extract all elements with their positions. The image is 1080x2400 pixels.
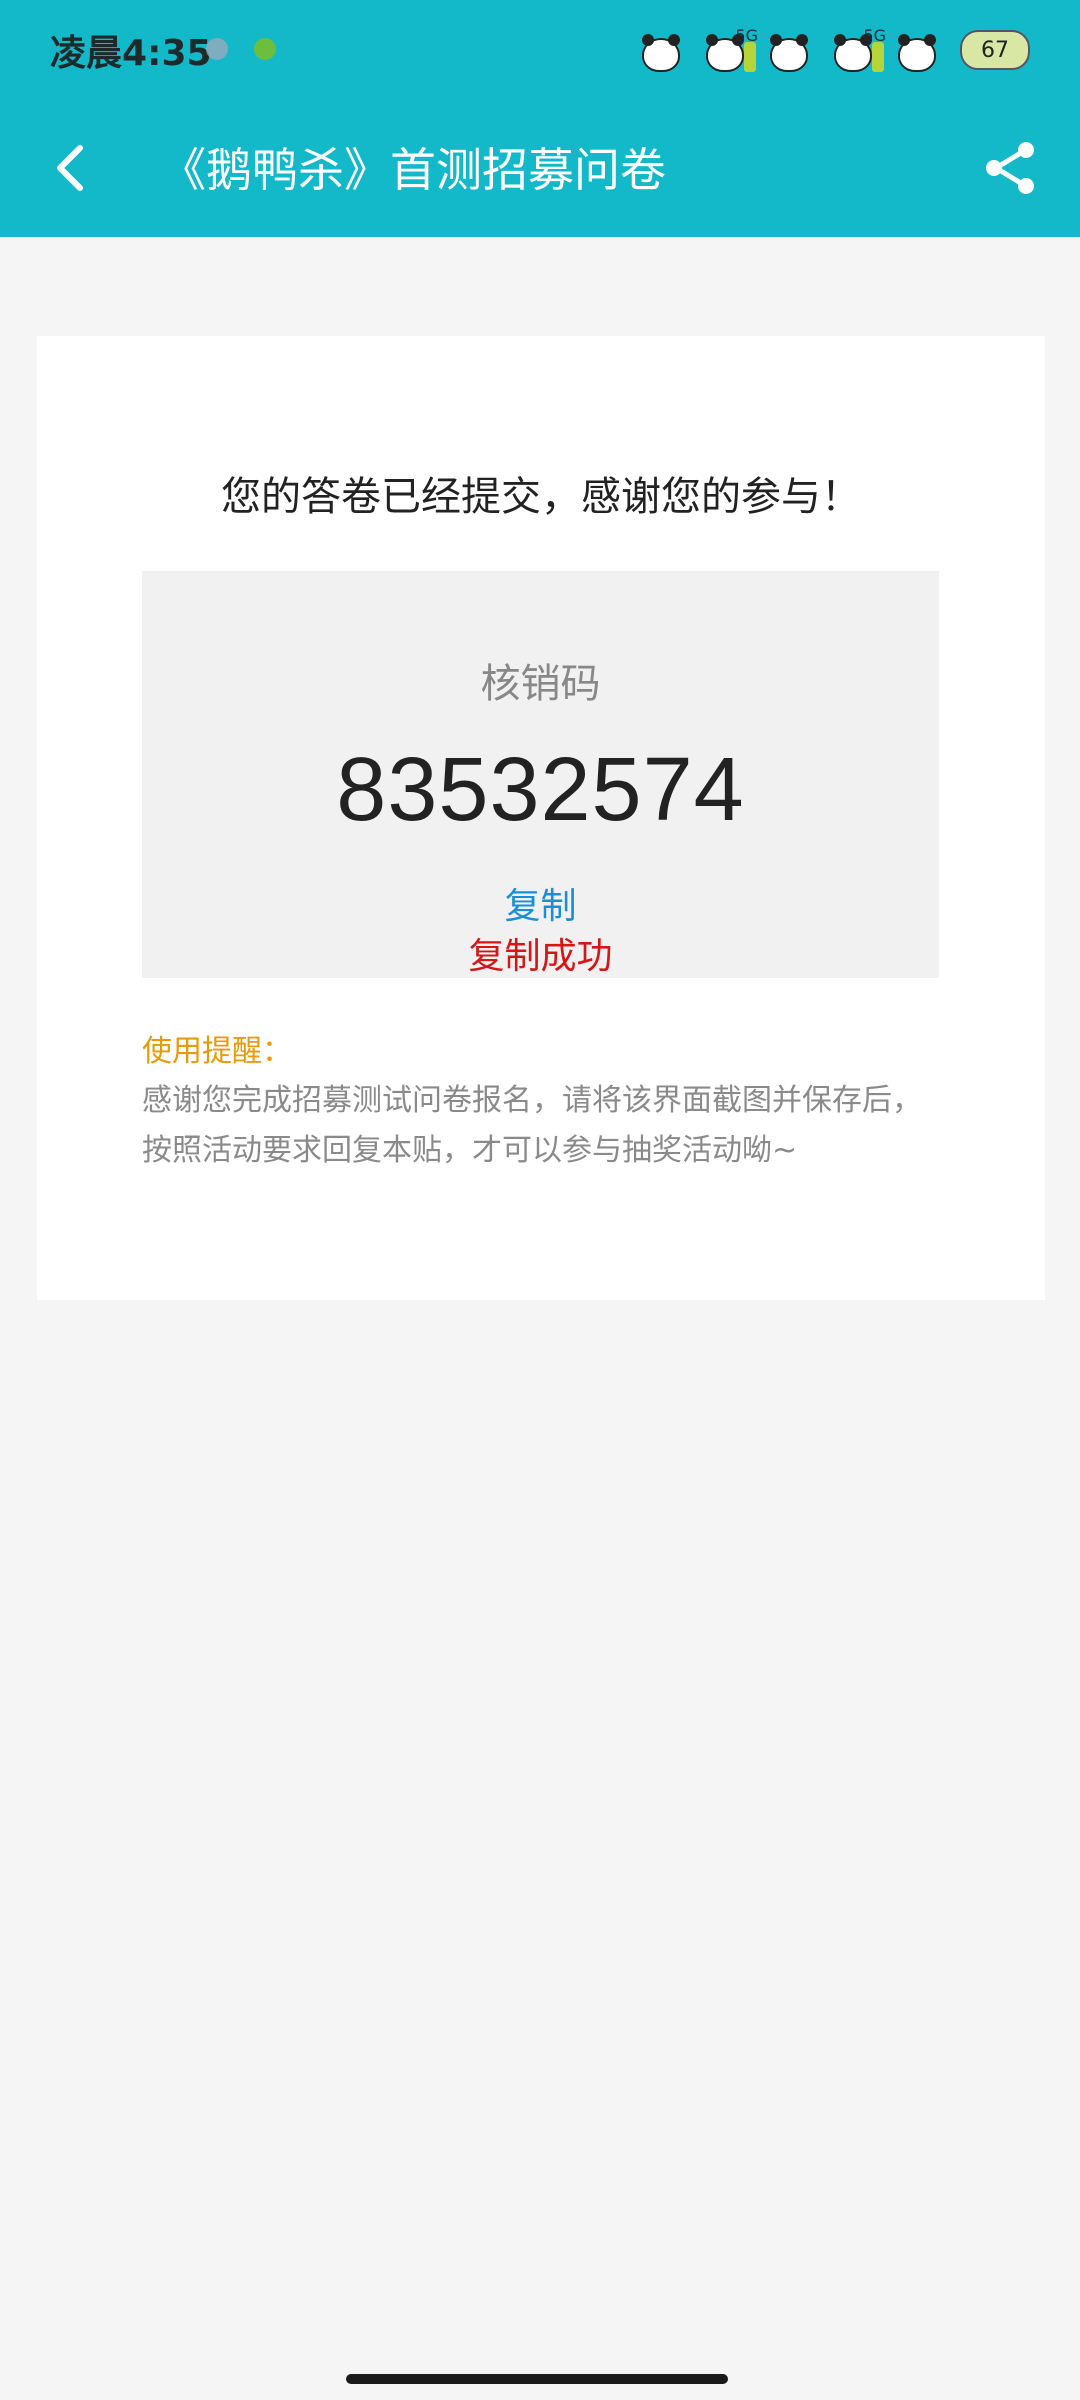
battery-icon: 67	[960, 30, 1030, 70]
page-title: 《鹅鸭杀》首测招募问卷	[160, 143, 666, 197]
battery-level: 67	[981, 37, 1009, 63]
chevron-left-icon	[57, 145, 83, 191]
app-bar: 《鹅鸭杀》首测招募问卷	[0, 100, 1080, 237]
status-icons: 5G 5G 67	[640, 26, 1030, 74]
status-time: 凌晨4:35	[50, 33, 212, 74]
result-card: 您的答卷已经提交，感谢您的参与！ 核销码 83532574 复制 复制成功 使用…	[37, 336, 1045, 1300]
copy-success-message: 复制成功	[468, 936, 613, 977]
notification-icon	[206, 38, 228, 60]
thanks-message: 您的答卷已经提交，感谢您的参与！	[221, 474, 861, 520]
vibrate-icon	[896, 28, 950, 72]
signal-icon-sim2: 5G	[832, 26, 886, 72]
wifi-icon	[640, 28, 694, 72]
reminder-body: 感谢您完成招募测试问卷报名，请将该界面截图并保存后，按照活动要求回复本贴，才可以…	[142, 1083, 922, 1168]
copy-button[interactable]: 复制	[142, 877, 939, 929]
share-icon	[986, 142, 1034, 194]
code-label: 核销码	[480, 661, 601, 707]
share-button[interactable]	[970, 128, 1050, 208]
signal-icon-sim1: 5G	[704, 26, 758, 72]
home-indicator[interactable]	[346, 2374, 728, 2384]
signal-bars-icon	[768, 28, 822, 72]
back-button[interactable]	[30, 128, 110, 208]
status-bar: 凌晨4:35 5G 5G 67	[0, 0, 1080, 100]
verification-code-box: 核销码 83532574 复制 复制成功	[142, 571, 939, 978]
app-notification-icon	[254, 38, 276, 60]
reminder-title: 使用提醒：	[142, 1034, 292, 1069]
code-value: 83532574	[336, 740, 745, 840]
